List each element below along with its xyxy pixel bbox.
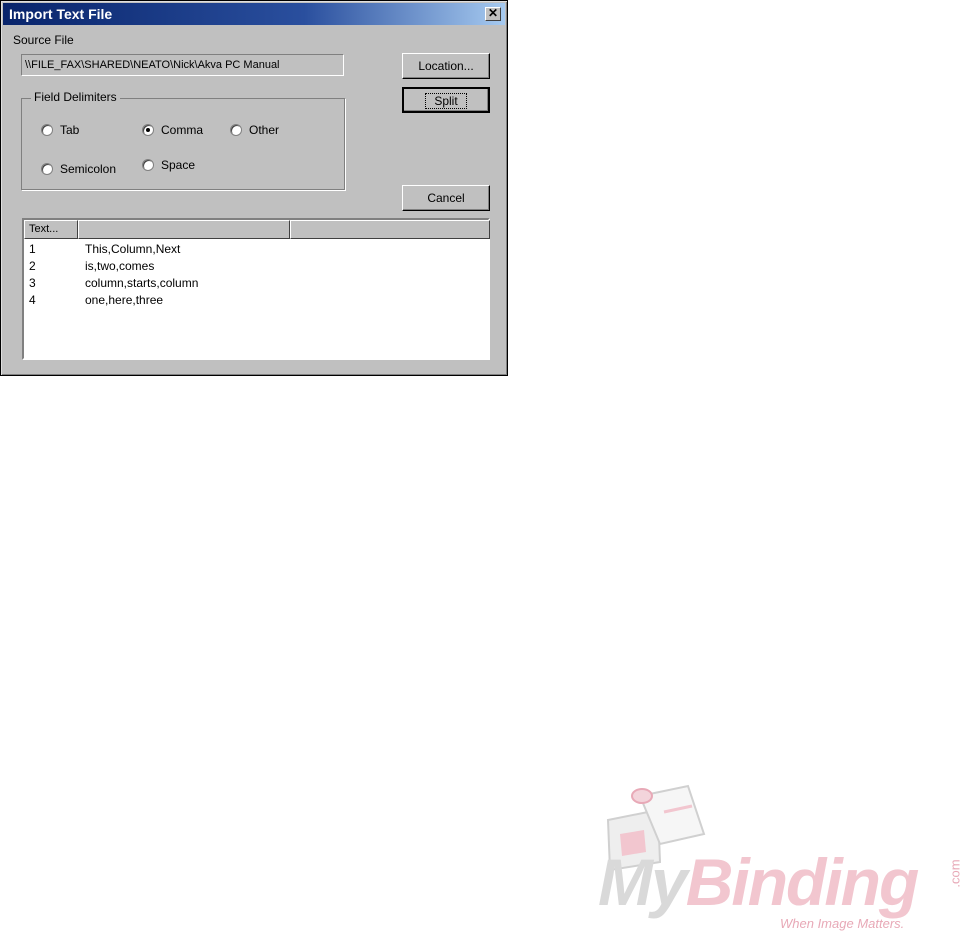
radio-button-icon [41, 124, 53, 136]
row-text: This,Column,Next [85, 242, 181, 256]
cancel-button[interactable]: Cancel [402, 185, 490, 211]
radio-button-icon [230, 124, 242, 136]
brand-wordmark: MyBinding [598, 845, 919, 919]
mybinding-watermark: MyBinding .com When Image Matters. [598, 782, 964, 932]
row-number: 1 [29, 242, 36, 256]
list-item[interactable]: 2 is,two,comes [29, 259, 385, 276]
row-number: 2 [29, 259, 36, 273]
radio-semicolon[interactable]: Semicolon [41, 162, 116, 176]
radio-button-checked-icon [142, 124, 154, 136]
radio-comma[interactable]: Comma [142, 123, 203, 137]
location-button[interactable]: Location... [402, 53, 490, 79]
radio-other-label: Other [249, 123, 280, 137]
list-item[interactable]: 1 This,Column,Next [29, 242, 385, 259]
radio-semicolon-label: Semicolon [60, 162, 117, 176]
row-number: 3 [29, 276, 36, 290]
radio-button-icon [41, 163, 53, 175]
list-header: Text... [24, 220, 490, 239]
radio-space-label: Space [161, 158, 196, 172]
brand-tagline: When Image Matters. [780, 916, 905, 931]
list-item[interactable]: 3 column,starts,column [29, 276, 385, 293]
close-icon: ✕ [487, 6, 499, 20]
brand-suffix: .com [947, 859, 963, 888]
close-button[interactable]: ✕ [485, 7, 501, 21]
radio-button-icon [142, 159, 154, 171]
column-header-text[interactable]: Text... [24, 220, 78, 239]
list-rows: 1 This,Column,Next 2 is,two,comes 3 colu… [29, 242, 385, 310]
radio-tab[interactable]: Tab [41, 123, 79, 137]
row-number: 4 [29, 293, 36, 307]
split-button-label: Split [425, 93, 467, 109]
radio-other[interactable]: Other [230, 123, 279, 137]
source-file-label: Source File [13, 33, 74, 47]
import-text-file-dialog: Import Text File ✕ Source File \\FILE_FA… [0, 0, 508, 376]
source-file-field[interactable]: \\FILE_FAX\SHARED\NEATO\Nick\Akva PC Man… [21, 54, 344, 76]
list-item[interactable]: 4 one,here,three [29, 293, 385, 310]
radio-space[interactable]: Space [142, 158, 195, 172]
title-bar[interactable]: Import Text File ✕ [3, 3, 505, 25]
column-header-2[interactable] [78, 220, 290, 239]
field-delimiters-group [21, 98, 345, 190]
field-delimiters-label: Field Delimiters [31, 90, 120, 104]
column-header-3[interactable] [290, 220, 490, 239]
radio-tab-label: Tab [60, 123, 80, 137]
window-title: Import Text File [9, 6, 113, 22]
split-button[interactable]: Split [402, 87, 490, 113]
radio-comma-label: Comma [161, 123, 204, 137]
row-text: one,here,three [85, 293, 164, 307]
row-text: column,starts,column [85, 276, 199, 290]
row-text: is,two,comes [85, 259, 155, 273]
preview-list[interactable]: Text... 1 This,Column,Next 2 is,two,come… [22, 218, 490, 360]
